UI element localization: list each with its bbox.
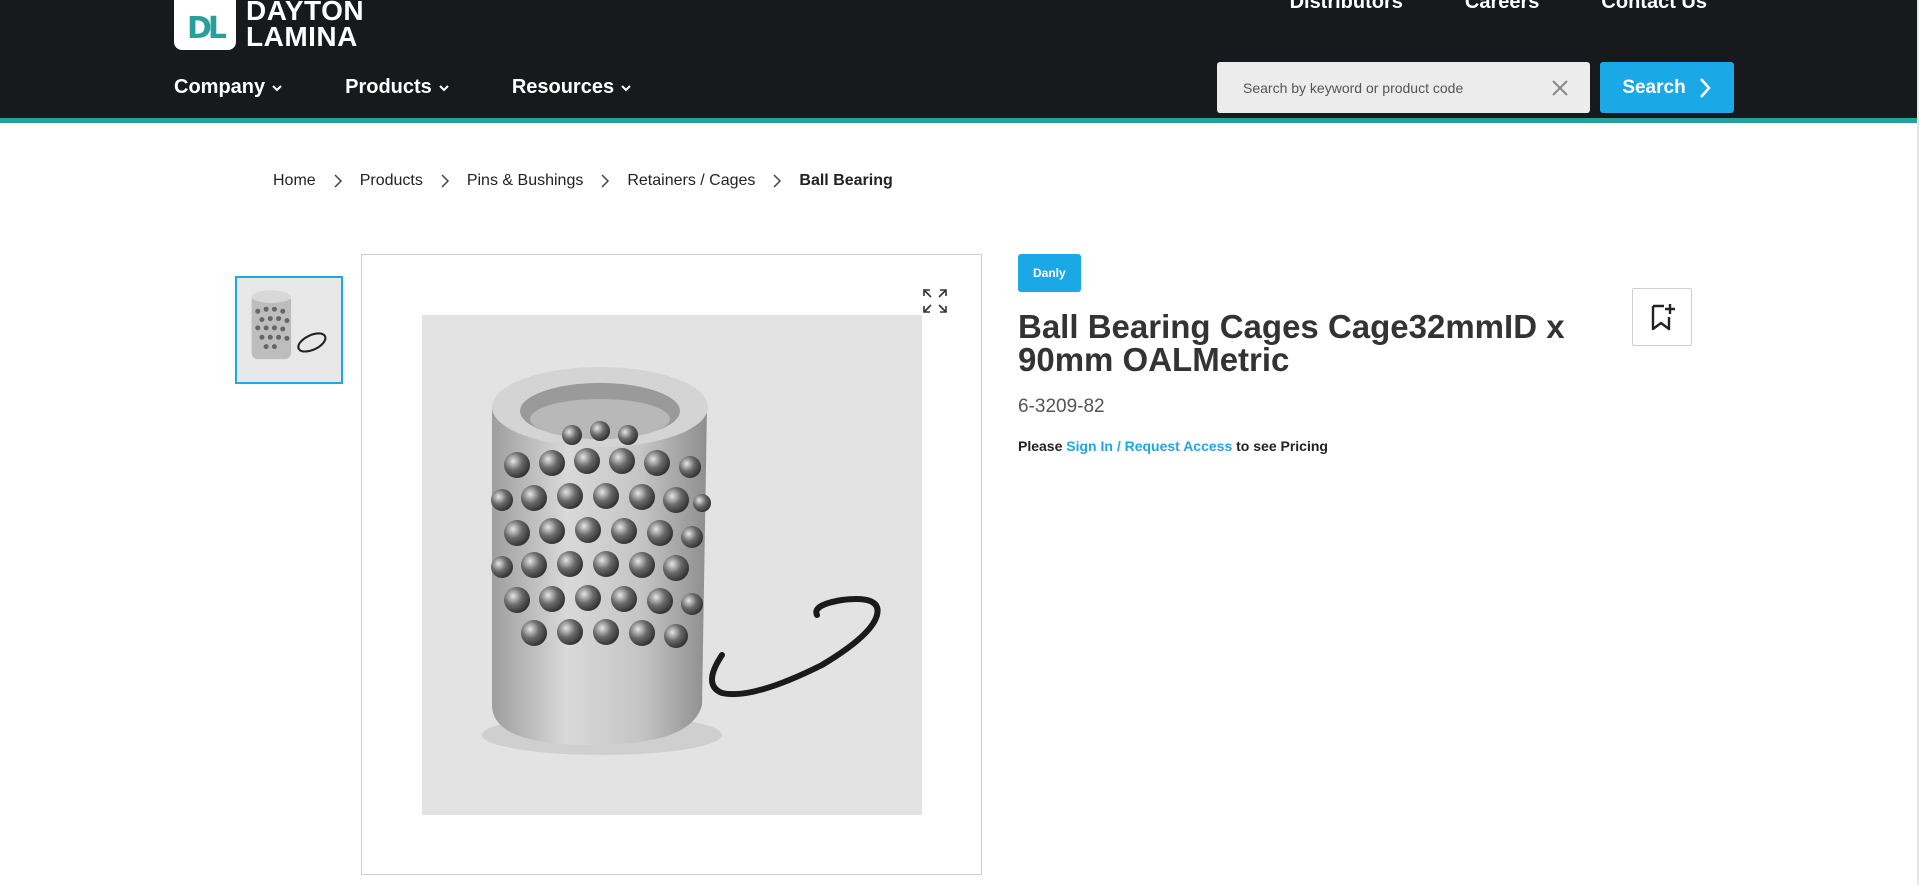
chevron-right-icon	[601, 174, 610, 188]
chevron-right-icon	[441, 174, 449, 188]
chevron-down-icon	[272, 84, 282, 91]
breadcrumb-current: Ball Bearing	[799, 172, 893, 189]
sign-in-request-access-link[interactable]: Sign In / Request Access	[1066, 438, 1232, 454]
search-button[interactable]: Search	[1600, 62, 1734, 113]
product-image-viewer	[361, 254, 982, 875]
nav-item-resources[interactable]: Resources	[512, 76, 632, 99]
utility-nav: Distributors Careers Contact Us	[1290, 0, 1707, 12]
top-link-careers[interactable]: Careers	[1465, 0, 1540, 12]
breadcrumb-products[interactable]: Products	[360, 172, 423, 190]
chevron-right-icon	[334, 174, 342, 188]
brand-badge[interactable]: Danly	[1018, 254, 1081, 292]
main-nav: Company Products Resources	[174, 76, 632, 99]
chevron-down-icon	[439, 84, 449, 91]
nav-item-company[interactable]: Company	[174, 76, 283, 99]
breadcrumb: Home Products Pins & Bushings Retainers …	[273, 172, 893, 190]
search-box	[1217, 62, 1590, 113]
product-title: Ball Bearing Cages Cage32mmID x 90mm OAL…	[1018, 308, 1565, 378]
chevron-right-icon	[773, 174, 782, 188]
top-link-distributors[interactable]: Distributors	[1290, 0, 1403, 12]
expand-icon[interactable]	[921, 287, 949, 315]
ball-bearing-cage-photo	[422, 315, 922, 815]
page: DL DAYTON LAMINA Distributors Careers Co…	[0, 0, 1919, 885]
pricing-message: Please Sign In / Request Access to see P…	[1018, 438, 1328, 454]
product-image	[422, 315, 922, 815]
logo[interactable]: DL DAYTON LAMINA	[174, 0, 365, 52]
add-to-list-button[interactable]	[1632, 288, 1692, 346]
chevron-down-icon	[621, 84, 631, 91]
breadcrumb-home[interactable]: Home	[273, 172, 316, 190]
top-link-contact-us[interactable]: Contact Us	[1601, 0, 1707, 12]
close-icon[interactable]	[1550, 78, 1570, 98]
search-input[interactable]	[1217, 62, 1550, 113]
product-thumbnail[interactable]	[235, 276, 343, 384]
product-thumbnail-image	[237, 278, 341, 382]
breadcrumb-pins-bushings[interactable]: Pins & Bushings	[467, 172, 584, 190]
chevron-right-icon	[1699, 77, 1711, 98]
breadcrumb-retainers-cages[interactable]: Retainers / Cages	[627, 172, 755, 190]
site-header: DL DAYTON LAMINA Distributors Careers Co…	[0, 0, 1919, 123]
nav-item-products[interactable]: Products	[345, 76, 450, 99]
product-sku: 6-3209-82	[1018, 396, 1105, 417]
logo-mark: DL	[174, 0, 236, 50]
bookmark-add-icon	[1651, 304, 1675, 331]
logo-text: DAYTON LAMINA	[246, 0, 365, 52]
